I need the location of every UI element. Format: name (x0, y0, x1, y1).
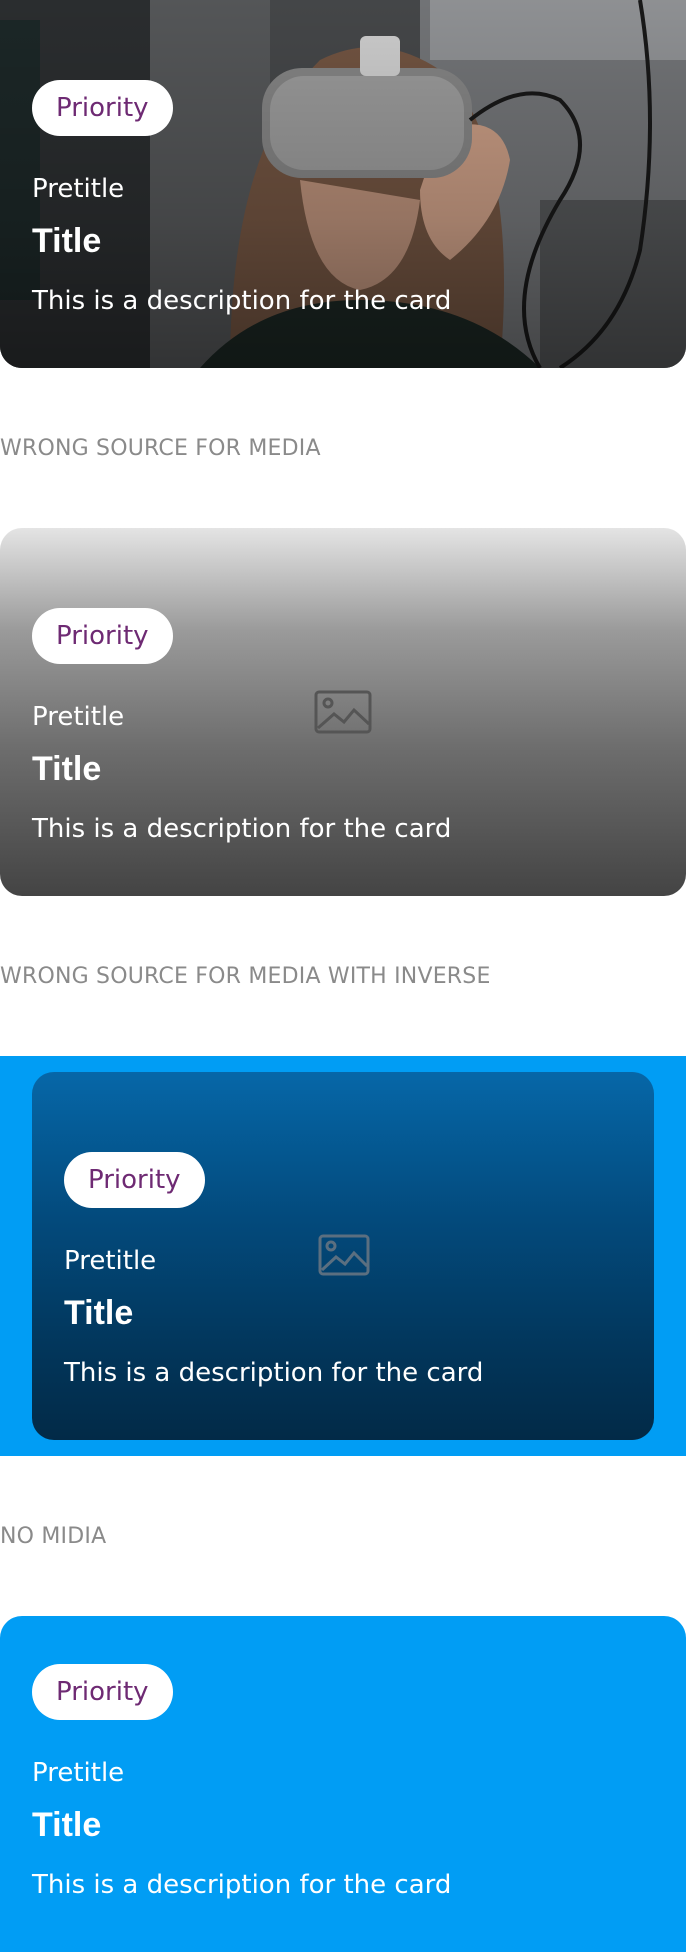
card-title: Title (32, 1806, 102, 1844)
priority-badge: Priority (32, 1664, 173, 1720)
section-label-wrong-source: WRONG SOURCE FOR MEDIA (0, 436, 321, 461)
card-description: This is a description for the card (32, 814, 452, 844)
section-label-wrong-source-inverse: WRONG SOURCE FOR MEDIA WITH INVERSE (0, 964, 491, 989)
card-pretitle: Pretitle (32, 702, 125, 732)
card-pretitle: Pretitle (32, 1758, 125, 1788)
card-description: This is a description for the card (32, 286, 452, 316)
card-description: This is a description for the card (32, 1870, 452, 1900)
media-card-fallback-inverse[interactable]: Priority Pretitle Title This is a descri… (32, 1072, 654, 1440)
image-placeholder-icon (314, 690, 372, 734)
media-card-photo[interactable]: Priority Pretitle Title This is a descri… (0, 0, 686, 368)
card-no-media[interactable]: Priority Pretitle Title This is a descri… (0, 1616, 686, 1952)
card-title: Title (64, 1294, 134, 1332)
card-pretitle: Pretitle (64, 1246, 157, 1276)
card-pretitle: Pretitle (32, 174, 125, 204)
media-card-fallback[interactable]: Priority Pretitle Title This is a descri… (0, 528, 686, 896)
image-placeholder-icon (318, 1234, 370, 1276)
card-title: Title (32, 222, 102, 260)
card-title: Title (32, 750, 102, 788)
priority-badge: Priority (64, 1152, 205, 1208)
priority-badge: Priority (32, 80, 173, 136)
card-description: This is a description for the card (64, 1358, 484, 1388)
priority-badge: Priority (32, 608, 173, 664)
section-label-no-media: NO MIDIA (0, 1524, 107, 1549)
